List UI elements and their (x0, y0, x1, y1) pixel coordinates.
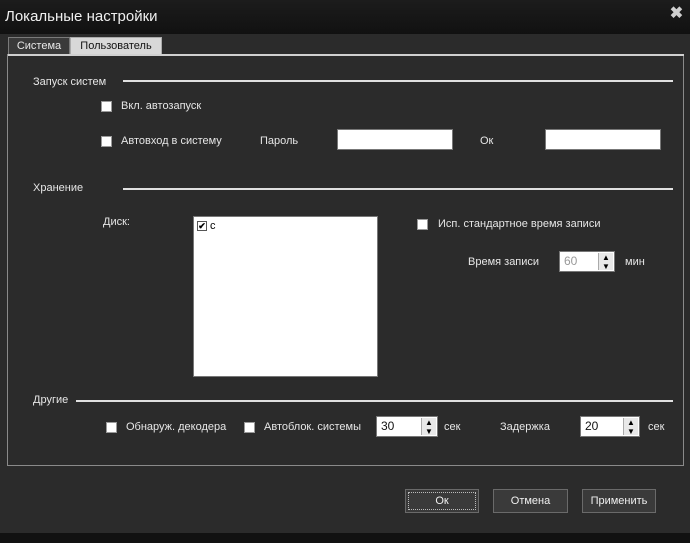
close-icon[interactable]: ✖ (668, 5, 685, 22)
other-divider (76, 400, 673, 402)
tab-user[interactable]: Пользователь (70, 37, 162, 54)
confirm-password-input[interactable] (545, 129, 661, 150)
autolock-checkbox[interactable] (244, 422, 255, 433)
stepper-arrows: ▲ ▼ (421, 418, 436, 435)
delay-stepper[interactable]: 20 ▲ ▼ (580, 416, 640, 437)
background-strip (0, 533, 690, 543)
list-item[interactable]: ✔ c (197, 220, 216, 232)
stepper-arrows: ▲ ▼ (623, 418, 638, 435)
password-label: Пароль (260, 135, 299, 147)
startup-section-title: Запуск систем (33, 76, 107, 88)
record-time-stepper[interactable]: 60 ▲ ▼ (559, 251, 615, 272)
title-bar: Локальные настройки ✖ (0, 0, 690, 34)
record-time-label: Время записи (468, 256, 540, 268)
autolock-stepper[interactable]: 30 ▲ ▼ (376, 416, 438, 437)
record-time-value: 60 (564, 254, 578, 268)
confirm-label: Ок (480, 135, 494, 147)
autolock-value: 30 (381, 419, 395, 433)
storage-section-title: Хранение (33, 182, 84, 194)
storage-divider (123, 188, 673, 190)
autostart-label: Вкл. автозапуск (121, 100, 202, 112)
delay-value: 20 (585, 419, 599, 433)
autolock-label: Автоблок. системы (264, 421, 362, 433)
chevron-up-icon[interactable]: ▲ (624, 418, 638, 427)
decoder-detect-checkbox[interactable] (106, 422, 117, 433)
startup-divider (123, 80, 673, 82)
ok-button[interactable]: Ок (405, 489, 479, 513)
chevron-up-icon[interactable]: ▲ (422, 418, 436, 427)
chevron-down-icon[interactable]: ▼ (422, 427, 436, 436)
chevron-up-icon[interactable]: ▲ (599, 253, 613, 262)
cancel-button[interactable]: Отмена (493, 489, 568, 513)
disk-label: Диск: (103, 216, 130, 228)
other-section-title: Другие (33, 394, 69, 406)
tab-system[interactable]: Система (8, 37, 70, 54)
window-title: Локальные настройки (5, 8, 158, 25)
autologin-label: Автовход в систему (121, 135, 222, 147)
autostart-checkbox[interactable] (101, 101, 112, 112)
standard-time-label: Исп. стандартное время записи (438, 218, 601, 230)
disk-name: c (210, 220, 216, 232)
chevron-down-icon[interactable]: ▼ (624, 427, 638, 436)
delay-label: Задержка (500, 421, 550, 433)
apply-button[interactable]: Применить (582, 489, 656, 513)
check-icon[interactable]: ✔ (197, 221, 207, 231)
stepper-arrows: ▲ ▼ (598, 253, 613, 270)
settings-window: Локальные настройки ✖ Система Пользовате… (0, 0, 690, 543)
delay-unit: сек (648, 421, 665, 433)
password-input[interactable] (337, 129, 453, 150)
decoder-detect-label: Обнаруж. декодера (126, 421, 227, 433)
autologin-checkbox[interactable] (101, 136, 112, 147)
record-time-unit: мин (625, 256, 645, 268)
chevron-down-icon[interactable]: ▼ (599, 262, 613, 271)
panel-top-border (8, 54, 684, 56)
standard-time-checkbox[interactable] (417, 219, 428, 230)
disk-list[interactable]: ✔ c (193, 216, 378, 377)
autolock-unit: сек (444, 421, 461, 433)
